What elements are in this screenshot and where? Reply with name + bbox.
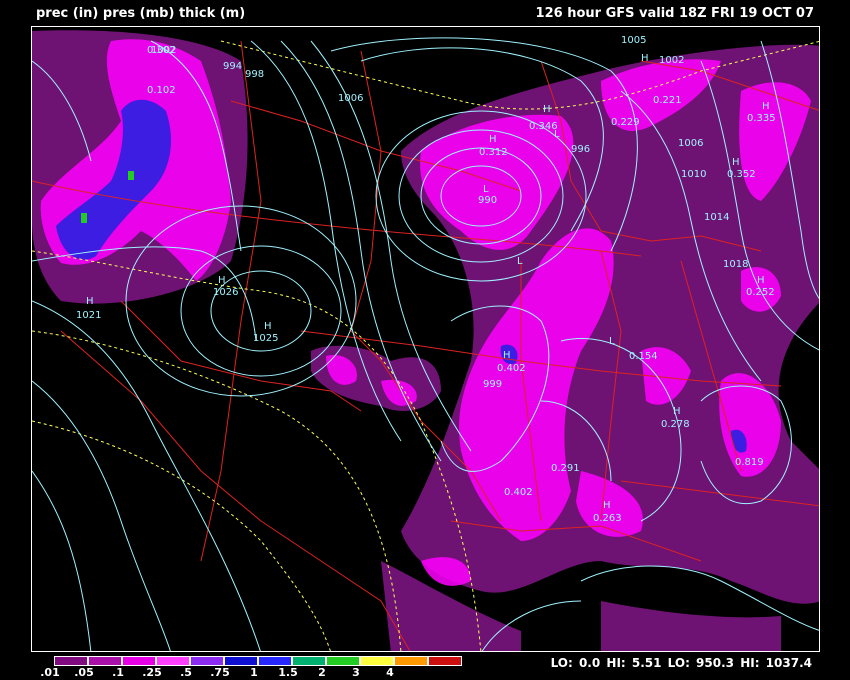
legend-swatch [156,656,190,666]
contour-value-label: 0.402 [497,363,526,374]
low-pressure-marker: L [609,336,615,347]
contour-value-label: 0.278 [661,419,690,430]
legend-label: .75 [210,666,230,679]
contour-value-label: 0.221 [653,95,682,106]
high-pressure-marker: H [641,53,649,64]
contour-value-label: 996 [571,144,590,155]
legend-label: .05 [74,666,94,679]
legend-label: .1 [112,666,124,679]
high-pressure-marker: H [762,101,770,112]
legend-swatch [258,656,292,666]
legend-swatch [122,656,156,666]
contour-value-label: 0.402 [504,487,533,498]
contour-value-label: 0.102 [147,85,176,96]
high-pressure-marker: H [732,157,740,168]
contour-value-label: 0.819 [735,457,764,468]
legend-swatch [292,656,326,666]
low-pressure-marker: L [483,184,489,195]
contour-value-label: 1026 [213,287,238,298]
legend-swatch [190,656,224,666]
legend-labels: .01 .05 .1 .25 .5 .75 1 1.5 2 3 4 [40,666,434,680]
low-pressure-marker: L [554,129,560,140]
high-pressure-marker: H [86,296,94,307]
contour-value-label: 1005 [621,35,646,46]
contour-value-label: 1006 [678,138,703,149]
legend-swatch [54,656,88,666]
high-pressure-marker: H [673,406,681,417]
contour-value-label: 0.291 [551,463,580,474]
contour-value-label: 1021 [76,310,101,321]
legend-label: .5 [180,666,192,679]
contour-value-label: 0.352 [727,169,756,180]
contour-value-label: 1014 [704,212,729,223]
contour-value-label: 990 [478,195,497,206]
contour-value-label: 1006 [338,93,363,104]
contour-value-label: 994 [223,61,242,72]
contour-value-label: 1018 [723,259,748,270]
contour-value-label: 1010 [681,169,706,180]
contour-value-label: 999 [483,379,502,390]
precip-legend: .01 .05 .1 .25 .5 .75 1 1.5 2 3 4 [40,656,462,680]
legend-swatch [326,656,360,666]
legend-swatch [88,656,122,666]
contour-value-label: 0.252 [746,287,775,298]
legend-label: .25 [142,666,162,679]
contour-value-label: 1025 [253,333,278,344]
weather-map: 1002 1005 994 998 1006 1026 1021 1025 996 990 999 1… [31,26,820,652]
contour-value-label: 0.302 [147,45,176,56]
contour-value-label: 0.312 [479,147,508,158]
high-pressure-marker: H [489,134,497,145]
legend-swatch [394,656,428,666]
legend-label: 1 [250,666,258,679]
map-title: prec (in) pres (mb) thick (m) [36,6,246,21]
high-pressure-marker: H [264,321,272,332]
contour-value-label: 0.335 [747,113,776,124]
legend-color-bar [54,656,462,666]
map-graphics: 1002 1005 994998 1006 1026 1021 1025 996 990 999 1… [32,30,819,651]
contour-value-label: 1002 [659,55,684,66]
legend-swatch [428,656,462,666]
legend-label: .01 [40,666,60,679]
low-pressure-marker: L [517,256,523,267]
min-max-stats: LO: 0.0 HI: 5.51 LO: 950.3 HI: 1037.4 [550,656,812,670]
legend-label: 2 [318,666,326,679]
legend-label: 3 [352,666,360,679]
contour-value-label: 0.229 [611,117,640,128]
contour-value-label: 998 [245,69,264,80]
legend-swatch [360,656,394,666]
high-pressure-marker: H [503,350,511,361]
legend-label: 1.5 [278,666,298,679]
high-pressure-marker: H [603,500,611,511]
high-pressure-marker: H [757,275,765,286]
high-pressure-marker: H [543,104,551,115]
contour-value-label: 0.263 [593,513,622,524]
legend-swatch [224,656,258,666]
high-pressure-marker: H [218,275,226,286]
contour-value-label: 0.154 [629,351,658,362]
forecast-valid-time: 126 hour GFS valid 18Z FRI 19 OCT 07 [535,6,814,21]
legend-label: 4 [386,666,394,679]
